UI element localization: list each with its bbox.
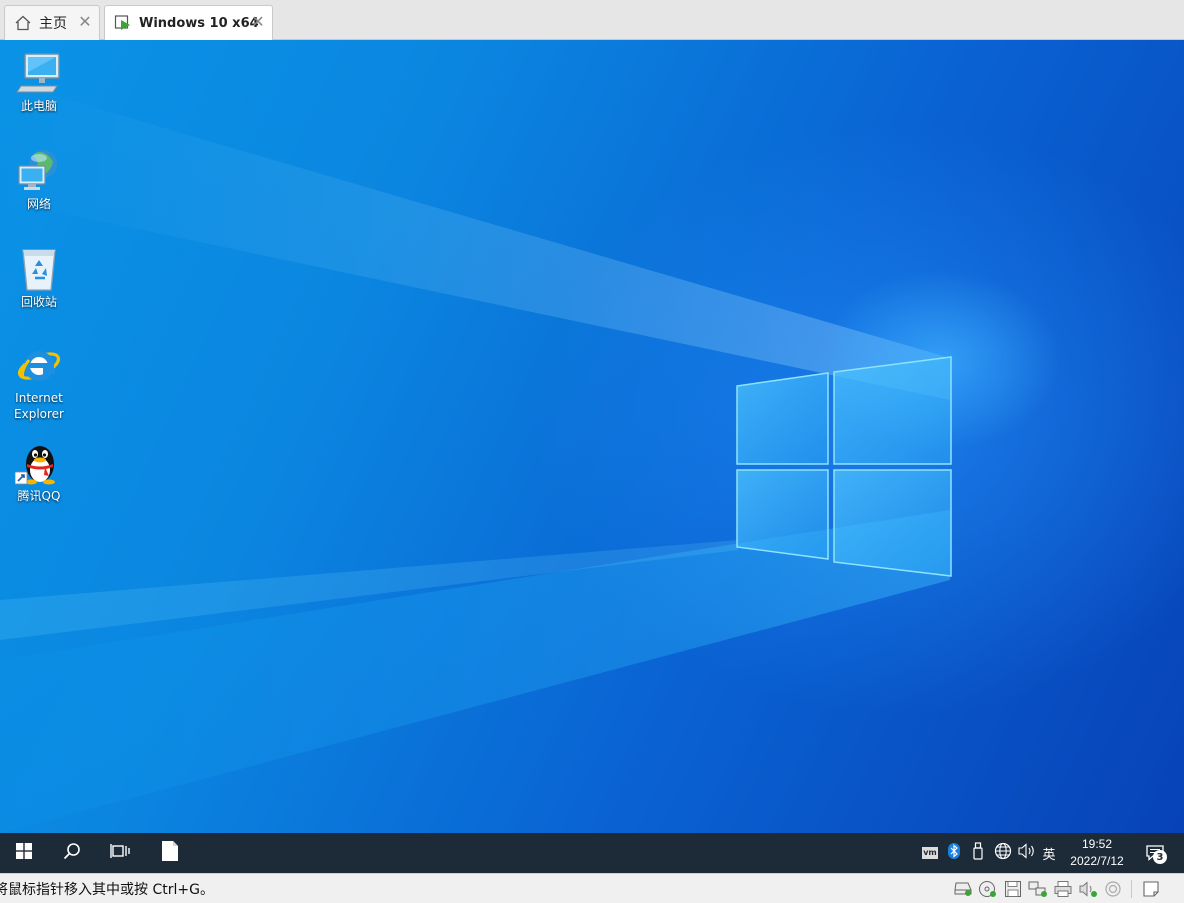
tab-home[interactable]: 主页 ✕ xyxy=(4,5,100,40)
desktop-icon-network[interactable]: 网络 xyxy=(4,146,74,212)
windows-start-icon xyxy=(16,843,32,863)
network-adapter-icon[interactable] xyxy=(1027,878,1049,900)
taskbar-pinned-document[interactable] xyxy=(146,833,194,873)
vm-status-bar: 将鼠标指针移入其中或按 Ctrl+G。 xyxy=(0,873,1184,903)
desktop-icon-label: 网络 xyxy=(26,197,51,211)
desktop-icon-label: Internet Explorer xyxy=(14,391,64,421)
floppy-icon[interactable] xyxy=(1002,878,1024,900)
vmware-tools-tray[interactable]: vm xyxy=(920,833,940,873)
vm-tab-bar: 主页 ✕ Windows 10 x64 ✕ xyxy=(0,0,1184,40)
desktop-icon-label: 回收站 xyxy=(20,295,57,309)
desktop-icon-internet-explorer[interactable]: Internet Explorer xyxy=(4,340,74,422)
printer-icon[interactable] xyxy=(1052,878,1074,900)
desktop-icon-recycle-bin[interactable]: 回收站 xyxy=(4,244,74,310)
bluetooth-tray[interactable] xyxy=(944,833,964,873)
tab-home-label: 主页 xyxy=(39,16,67,32)
volume-tray[interactable] xyxy=(1016,833,1038,873)
hard-disk-icon[interactable] xyxy=(952,878,974,900)
task-view-icon xyxy=(110,842,130,864)
desktop-icon-label: 腾讯QQ xyxy=(17,489,61,503)
bluetooth-icon xyxy=(948,843,960,863)
status-divider xyxy=(1131,880,1132,898)
network-icon xyxy=(15,146,63,194)
wallpaper xyxy=(0,80,1060,833)
message-log-icon[interactable] xyxy=(1140,878,1162,900)
computer-icon xyxy=(15,48,63,96)
recycle-bin-icon xyxy=(15,244,63,292)
desktop-icon-qq[interactable]: 腾讯QQ xyxy=(4,438,74,504)
desktop-icon-label: 此电脑 xyxy=(20,99,57,113)
clock-date: 2022/7/12 xyxy=(1070,854,1124,868)
internet-explorer-icon xyxy=(15,340,63,388)
vmware-tools-icon: vm xyxy=(922,847,938,859)
status-message: 将鼠标指针移入其中或按 Ctrl+G。 xyxy=(0,882,214,898)
usb-drive-icon xyxy=(972,842,984,864)
globe-icon xyxy=(994,842,1012,864)
vm-running-icon xyxy=(113,13,133,33)
desktop[interactable]: 此电脑 网络 回收站 Internet Explorer 腾讯QQ xyxy=(0,40,1184,833)
close-icon[interactable]: ✕ xyxy=(77,14,93,30)
cd-dvd-icon[interactable] xyxy=(977,878,999,900)
start-button[interactable] xyxy=(0,833,48,873)
usb-controller-icon[interactable] xyxy=(1102,878,1124,900)
action-center-button[interactable]: 3 xyxy=(1140,833,1170,873)
document-icon xyxy=(161,840,179,866)
notification-count-badge: 3 xyxy=(1153,850,1167,864)
notification-icon: 3 xyxy=(1146,845,1167,864)
home-icon xyxy=(13,13,33,33)
tab-vm-label: Windows 10 x64 xyxy=(139,15,259,31)
clock-time: 19:52 xyxy=(1081,837,1113,851)
input-method-indicator[interactable]: 英 xyxy=(1038,833,1060,873)
taskbar-clock[interactable]: 19:52 2022/7/12 xyxy=(1062,836,1132,870)
qq-icon xyxy=(14,438,63,486)
sound-card-icon[interactable] xyxy=(1077,878,1099,900)
task-view-button[interactable] xyxy=(96,833,144,873)
search-button[interactable] xyxy=(48,833,96,873)
speaker-icon xyxy=(1018,843,1036,863)
network-tray[interactable] xyxy=(992,833,1014,873)
close-icon[interactable]: ✕ xyxy=(250,14,266,30)
search-icon xyxy=(63,842,81,864)
usb-tray[interactable] xyxy=(968,833,988,873)
ime-label: 英 xyxy=(1042,847,1056,863)
taskbar: vm 英 19:52 2022/7/12 3 xyxy=(0,833,1184,873)
tab-windows-10-x64[interactable]: Windows 10 x64 ✕ xyxy=(104,5,273,40)
desktop-icon-this-pc[interactable]: 此电脑 xyxy=(4,48,74,114)
